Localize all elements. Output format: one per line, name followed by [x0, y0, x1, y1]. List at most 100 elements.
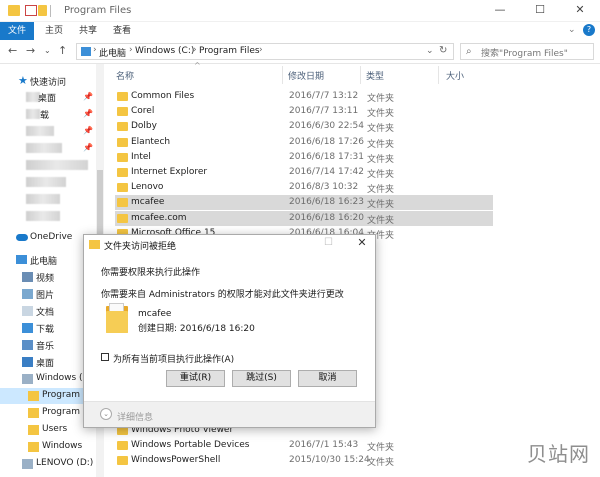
nav-blurred-item[interactable]	[0, 157, 100, 173]
file-type: 文件夹	[367, 200, 395, 211]
file-row[interactable]: Common Files 2016/7/7 13:12 文件夹	[115, 89, 493, 104]
nav-label: 载	[40, 111, 50, 121]
back-icon[interactable]: ←	[8, 44, 17, 57]
pin-icon: 📌	[83, 143, 93, 152]
new-folder-icon[interactable]	[38, 5, 47, 16]
forward-icon[interactable]: →	[26, 44, 35, 57]
nav-blurred-item[interactable]	[0, 191, 100, 207]
retry-button[interactable]: 重试(R)	[166, 370, 225, 387]
dialog-footer: ⌄ 详细信息	[84, 401, 375, 427]
file-type: 文件夹	[367, 215, 395, 226]
nav-quick-access[interactable]: ★ 快速访问	[0, 73, 100, 89]
large-folder-icon	[106, 303, 128, 333]
nav-windows[interactable]: Windows	[0, 439, 100, 455]
folder-icon	[117, 441, 128, 451]
tab-home[interactable]: 主页	[40, 22, 68, 40]
file-name: mcafee	[131, 197, 165, 208]
file-name: Internet Explorer	[131, 167, 208, 177]
apply-all-checkbox[interactable]	[101, 353, 109, 361]
file-name: Windows Portable Devices	[131, 440, 250, 451]
file-row[interactable]: mcafee 2016/6/18 16:23 文件夹	[115, 195, 493, 211]
folder-icon	[117, 456, 128, 466]
file-date: 2016/7/7 13:12	[289, 91, 359, 101]
folder-icon	[28, 391, 39, 401]
file-type: 文件夹	[367, 170, 395, 180]
file-type: 文件夹	[367, 124, 395, 135]
apply-all-label[interactable]: 为所有当前项目执行此操作(A)	[113, 352, 234, 365]
nav-label: 桌面	[36, 359, 55, 369]
column-date[interactable]: 修改日期	[288, 69, 324, 82]
refresh-icon[interactable]: ↻	[439, 45, 447, 56]
nav-blurred-item[interactable]: 📌	[0, 123, 100, 139]
skip-button[interactable]: 跳过(S)	[232, 370, 291, 387]
music-icon	[22, 340, 33, 350]
computer-icon	[16, 255, 27, 264]
maximize-icon: ☐	[324, 237, 333, 248]
nav-label: 此电脑	[30, 257, 58, 267]
dropdown-chevron-icon[interactable]: ⌄	[426, 46, 434, 56]
folder-icon	[117, 168, 128, 177]
cancel-button[interactable]: 取消	[298, 370, 357, 387]
folder-icon	[117, 183, 128, 193]
properties-icon[interactable]	[25, 5, 37, 16]
nav-blurred-item[interactable]: 📌	[0, 140, 100, 156]
close-button[interactable]: ✕	[560, 0, 600, 22]
crumb-this-pc[interactable]: 此电脑	[99, 46, 126, 59]
nav-downloads[interactable]: 载 📌	[0, 106, 100, 122]
nav-label: 快速访问	[30, 78, 67, 88]
up-icon[interactable]: ↑	[58, 44, 67, 57]
dialog-close-button[interactable]: ✕	[350, 236, 374, 249]
file-name: Intel	[131, 151, 151, 162]
file-row[interactable]: Internet Explorer 2016/7/14 17:42 文件夹	[115, 165, 493, 180]
file-date: 2016/8/3 10:32	[289, 182, 359, 193]
file-row[interactable]: WindowsPowerShell 2015/10/30 15:24 文件夹	[115, 453, 493, 468]
nav-lenovo-drive[interactable]: LENOVO (D:)	[0, 456, 100, 472]
file-type: 文件夹	[367, 185, 395, 196]
file-row[interactable]: Corel 2016/7/7 13:11 文件夹	[115, 104, 493, 119]
crumb-program-files[interactable]: Program Files	[199, 46, 260, 56]
minimize-button[interactable]: —	[480, 0, 520, 22]
dialog-folder-name: mcafee	[138, 309, 172, 319]
chevron-down-icon[interactable]: ⌄	[568, 25, 576, 35]
dialog-title: 文件夹访问被拒绝	[104, 242, 177, 252]
file-date: 2016/7/7 13:11	[289, 106, 359, 117]
file-row[interactable]: Elantech 2016/6/18 17:26 文件夹	[115, 135, 493, 150]
file-type: 文件夹	[367, 154, 395, 165]
column-name[interactable]: 名称	[116, 69, 134, 82]
chevron-down-icon[interactable]: ⌄	[100, 408, 112, 420]
help-icon[interactable]: ?	[583, 24, 595, 36]
file-name: Lenovo	[131, 182, 164, 193]
address-field[interactable]: › 此电脑 › Windows (C:) › Program Files › ⌄…	[76, 43, 454, 60]
nav-desktop[interactable]: 桌面 📌	[0, 89, 100, 105]
maximize-button[interactable]: ☐	[520, 0, 560, 22]
column-type[interactable]: 类型	[366, 69, 384, 82]
column-size[interactable]: 大小	[446, 69, 464, 82]
nav-label: 图片	[36, 291, 55, 301]
drive-icon	[22, 374, 33, 384]
file-row[interactable]: Windows Portable Devices 2016/7/1 15:43 文件…	[115, 438, 493, 453]
search-input[interactable]: ⌕ 搜索"Program Files"	[460, 43, 594, 60]
file-date: 2016/6/18 17:31	[289, 151, 364, 162]
crumb-drive-c[interactable]: Windows (C:)	[135, 46, 194, 56]
file-row[interactable]: Lenovo 2016/8/3 10:32 文件夹	[115, 180, 493, 195]
tab-share[interactable]: 共享	[74, 22, 102, 40]
file-row[interactable]: Intel 2016/6/18 17:31 文件夹	[115, 150, 493, 165]
access-denied-dialog: 文件夹访问被拒绝 ☐ ✕ 你需要权限来执行此操作 你需要来自 Administr…	[83, 234, 376, 428]
file-row[interactable]: mcafee.com 2016/6/18 16:20 文件夹	[115, 210, 493, 226]
nav-label: 音乐	[36, 342, 55, 352]
file-name: Elantech	[131, 136, 171, 147]
details-toggle[interactable]: 详细信息	[117, 410, 153, 423]
tab-view[interactable]: 查看	[108, 22, 136, 40]
column-header: ^ 名称 修改日期 类型 大小	[108, 61, 600, 84]
address-bar: ← → ⌄ ↑ › 此电脑 › Windows (C:) › Program F…	[0, 40, 600, 64]
file-type: 文件夹	[367, 458, 395, 469]
nav-blurred-item[interactable]	[0, 208, 100, 224]
file-row[interactable]: Dolby 2016/6/30 22:54 文件夹	[115, 119, 493, 134]
tab-file[interactable]: 文件	[0, 22, 34, 40]
nav-label: Windows	[42, 441, 83, 451]
chevron-down-icon[interactable]: ⌄	[44, 46, 51, 55]
nav-blurred-item[interactable]	[0, 174, 100, 190]
file-date: 2016/6/18 16:20	[289, 212, 364, 223]
nav-label: LENOVO (D:)	[36, 458, 94, 468]
dialog-detail: 你需要来自 Administrators 的权限才能对此文件夹进行更改	[101, 290, 344, 300]
